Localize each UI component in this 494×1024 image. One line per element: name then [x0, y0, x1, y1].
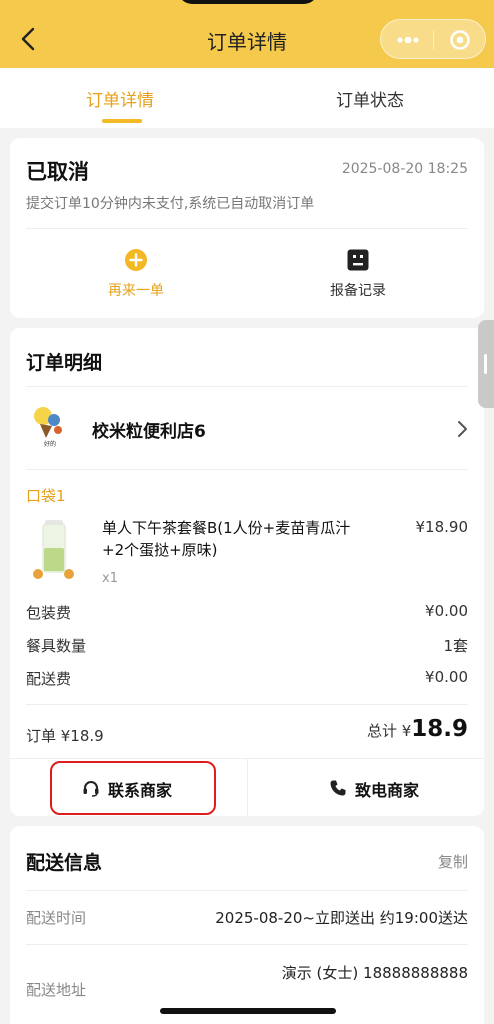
- fee-row: 餐具数量 1套: [26, 635, 468, 657]
- product-image: [33, 520, 74, 579]
- delivery-address-value: 演示 (女士) 18888888888: [281, 964, 468, 982]
- report-record-label: 报备记录: [330, 283, 386, 299]
- divider: [26, 704, 468, 705]
- fee-value: ¥0.00: [425, 668, 468, 686]
- reorder-label: 再来一单: [108, 283, 164, 299]
- report-record-button[interactable]: 报备记录: [298, 248, 418, 300]
- order-status-card: 已取消 2025-08-20 18:25 提交订单10分钟内未支付,系统已自动取…: [10, 138, 484, 318]
- capsule-divider: [433, 31, 434, 49]
- order-detail-card: 订单明细 好的 校米粒便利店6 口袋1 单人下午茶套餐B(1人份+麦苗青瓜汁+2…: [10, 328, 484, 816]
- divider: [26, 890, 468, 891]
- fee-row: 配送费 ¥0.00: [26, 668, 468, 690]
- call-merchant-label: 致电商家: [355, 781, 420, 800]
- fee-row: 包装费 ¥0.00: [26, 602, 468, 624]
- order-total: 总计 ¥18.9: [367, 716, 468, 742]
- delivery-time-value: 2025-08-20~立即送出 约19:00送达: [215, 909, 468, 927]
- shop-name: 校米粒便利店6: [92, 422, 206, 442]
- mini-program-capsule: [380, 19, 486, 59]
- shop-logo: 好的: [34, 407, 62, 448]
- fee-value: ¥0.00: [425, 602, 468, 620]
- status-title: 已取消: [26, 160, 89, 184]
- active-tab-indicator: [102, 119, 142, 123]
- plus-circle-icon: [125, 249, 147, 271]
- call-merchant-button[interactable]: 致电商家: [247, 758, 484, 816]
- phone-icon: [330, 780, 346, 796]
- delivery-address-label: 配送地址: [26, 981, 87, 999]
- total-label: 总计 ¥: [366, 722, 412, 740]
- divider: [26, 386, 468, 387]
- top-navigation-bar: 订单详情: [0, 0, 494, 68]
- status-timestamp: 2025-08-20 18:25: [341, 161, 468, 177]
- bag-label: 口袋1: [26, 487, 66, 505]
- fee-label: 餐具数量: [26, 637, 87, 655]
- product-quantity: x1: [102, 571, 118, 586]
- tab-bar: 订单详情 订单状态: [0, 68, 494, 128]
- tab-order-detail[interactable]: 订单详情: [86, 86, 154, 111]
- product-name: 单人下午茶套餐B(1人份+麦苗青瓜汁+2个蛋挞+原味): [102, 519, 351, 559]
- total-value: 18.9: [411, 716, 468, 742]
- home-indicator: [160, 1008, 336, 1014]
- divider: [26, 228, 468, 229]
- record-icon: [347, 249, 369, 271]
- section-heading: 配送信息: [26, 852, 103, 874]
- annotation-highlight-box: [50, 761, 216, 815]
- divider: [26, 469, 468, 470]
- fee-value: 1套: [443, 637, 468, 655]
- fee-label: 包装费: [26, 604, 72, 622]
- copy-button[interactable]: 复制: [438, 851, 468, 872]
- chevron-right-icon: [458, 421, 467, 437]
- tab-order-status[interactable]: 订单状态: [336, 86, 404, 111]
- fee-label: 配送费: [26, 670, 72, 688]
- scroll-handle[interactable]: [478, 320, 494, 408]
- delivery-info-card: 配送信息 复制 配送时间 2025-08-20~立即送出 约19:00送达 配送…: [10, 826, 484, 1024]
- delivery-time-label: 配送时间: [26, 909, 87, 927]
- product-price: ¥18.90: [415, 518, 469, 536]
- status-description: 提交订单10分钟内未支付,系统已自动取消订单: [26, 196, 315, 212]
- order-subtotal: 订单 ¥18.9: [26, 727, 104, 745]
- divider: [26, 944, 468, 945]
- section-heading: 订单明细: [26, 352, 103, 374]
- close-target-icon[interactable]: [449, 29, 471, 51]
- device-notch: [178, 0, 318, 4]
- more-dots-icon[interactable]: [395, 32, 421, 48]
- reorder-button[interactable]: 再来一单: [76, 248, 196, 300]
- shop-logo-text: 好的: [44, 440, 56, 448]
